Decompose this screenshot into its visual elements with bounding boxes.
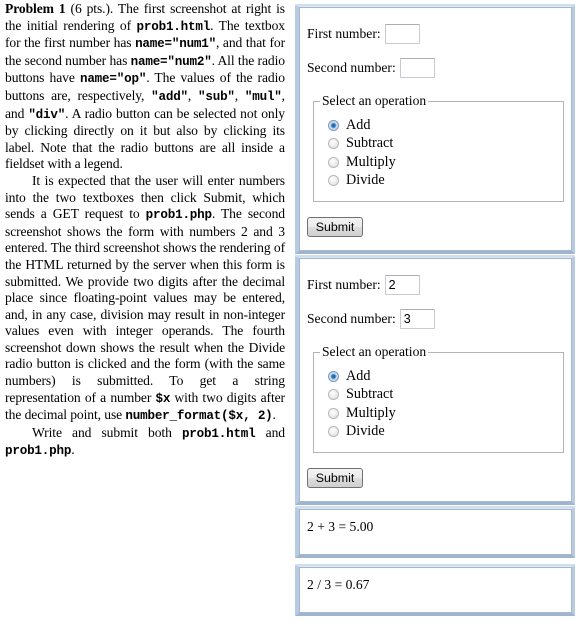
first-number-row: First number: — [307, 24, 420, 44]
radio-button-icon[interactable] — [328, 370, 339, 382]
problem-statement: Problem 1 (6 pts.). The first screenshot… — [5, 1, 285, 460]
radio-option-divide[interactable]: Divide — [328, 423, 396, 442]
radio-option-multiply[interactable]: Multiply — [328, 404, 396, 423]
radio-label[interactable]: Subtract — [346, 386, 393, 403]
first-number-input[interactable] — [384, 24, 420, 44]
radio-button-icon[interactable] — [328, 407, 339, 419]
operation-fieldset: Select an operation Add Subtract Multipl… — [313, 93, 564, 202]
inline-code: prob1.html — [136, 19, 211, 34]
screenshot-add-result: 2 + 3 = 5.00 — [295, 506, 575, 558]
operation-legend: Select an operation — [320, 93, 429, 109]
radio-option-divide[interactable]: Divide — [328, 172, 396, 191]
text-run: . — [272, 407, 276, 423]
operation-radio-list: Add Subtract Multiply Divide — [328, 116, 396, 190]
second-number-label: Second number: — [307, 60, 396, 75]
operation-radio-list: Add Subtract Multiply Divide — [328, 367, 396, 441]
first-number-input[interactable] — [384, 275, 420, 295]
radio-label[interactable]: Multiply — [346, 154, 396, 171]
inline-code: "mul" — [244, 89, 282, 104]
second-number-label: Second number: — [307, 311, 396, 326]
radio-label[interactable]: Divide — [346, 172, 385, 189]
inline-code: number_format($x, 2) — [125, 409, 273, 424]
problem-paragraph-1: Problem 1 (6 pts.). The first screenshot… — [5, 1, 285, 173]
radio-label[interactable]: Multiply — [346, 405, 396, 422]
radio-option-subtract[interactable]: Subtract — [328, 386, 396, 405]
problem-points: (6 pts.). — [70, 1, 114, 16]
radio-option-multiply[interactable]: Multiply — [328, 153, 396, 172]
radio-button-icon[interactable] — [328, 138, 339, 150]
text-run: . The second screenshot shows the form w… — [5, 206, 285, 405]
paragraph-content: Write and submit both prob1.html and pro… — [5, 424, 285, 459]
text-run: . — [71, 442, 75, 458]
text-run: and — [255, 424, 285, 440]
screenshot-divide-result: 2 / 3 = 0.67 — [295, 564, 575, 616]
screenshot-initial-form: First number: Second number: Select an o… — [295, 4, 575, 254]
text-run: , — [234, 87, 245, 103]
inline-code: name="num1" — [135, 37, 216, 52]
text-run: Write and submit both — [32, 424, 182, 440]
radio-button-icon[interactable] — [328, 175, 339, 187]
second-number-input[interactable] — [399, 58, 435, 78]
radio-label[interactable]: Add — [346, 117, 370, 134]
screenshot-filled-form: First number: Second number: Select an o… — [295, 255, 575, 505]
radio-button-icon[interactable] — [328, 389, 339, 401]
first-number-label: First number: — [307, 26, 381, 41]
submit-button[interactable]: Submit — [307, 468, 363, 488]
paragraph-content: It is expected that the user will enter … — [5, 173, 285, 424]
second-number-row: Second number: — [307, 58, 435, 78]
inline-code: "add" — [151, 89, 188, 104]
radio-option-subtract[interactable]: Subtract — [328, 135, 396, 154]
result-text: 2 / 3 = 0.67 — [307, 577, 370, 592]
first-number-row: First number: — [307, 275, 420, 295]
second-number-input[interactable] — [399, 309, 435, 329]
problem-heading: Problem 1 — [5, 1, 66, 16]
radio-label[interactable]: Divide — [346, 423, 385, 440]
problem-paragraph-2: It is expected that the user will enter … — [5, 173, 285, 425]
inline-code: $x — [155, 391, 171, 406]
text-run: , — [187, 87, 198, 103]
inline-code: prob1.html — [181, 426, 256, 441]
inline-code: prob1.php — [145, 208, 212, 223]
radio-label[interactable]: Subtract — [346, 135, 393, 152]
radio-button-icon[interactable] — [328, 119, 339, 131]
radio-button-icon[interactable] — [328, 426, 339, 438]
paragraph-content: The first screenshot at right is the ini… — [5, 1, 285, 171]
second-number-row: Second number: — [307, 309, 435, 329]
submit-button[interactable]: Submit — [307, 217, 363, 237]
problem-paragraph-3: Write and submit both prob1.html and pro… — [5, 425, 285, 460]
radio-option-add[interactable]: Add — [328, 367, 396, 386]
first-number-label: First number: — [307, 277, 381, 292]
radio-option-add[interactable]: Add — [328, 116, 396, 135]
result-text: 2 + 3 = 5.00 — [307, 519, 374, 534]
radio-label[interactable]: Add — [346, 368, 370, 385]
inline-code: name="op" — [79, 72, 147, 87]
inline-code: name="num2" — [130, 54, 212, 69]
radio-button-icon[interactable] — [328, 156, 339, 168]
inline-code: "div" — [28, 107, 66, 122]
inline-code: "sub" — [198, 89, 235, 104]
operation-fieldset: Select an operation Add Subtract Multipl… — [313, 344, 564, 453]
inline-code: prob1.php — [5, 444, 72, 459]
operation-legend: Select an operation — [320, 344, 429, 360]
